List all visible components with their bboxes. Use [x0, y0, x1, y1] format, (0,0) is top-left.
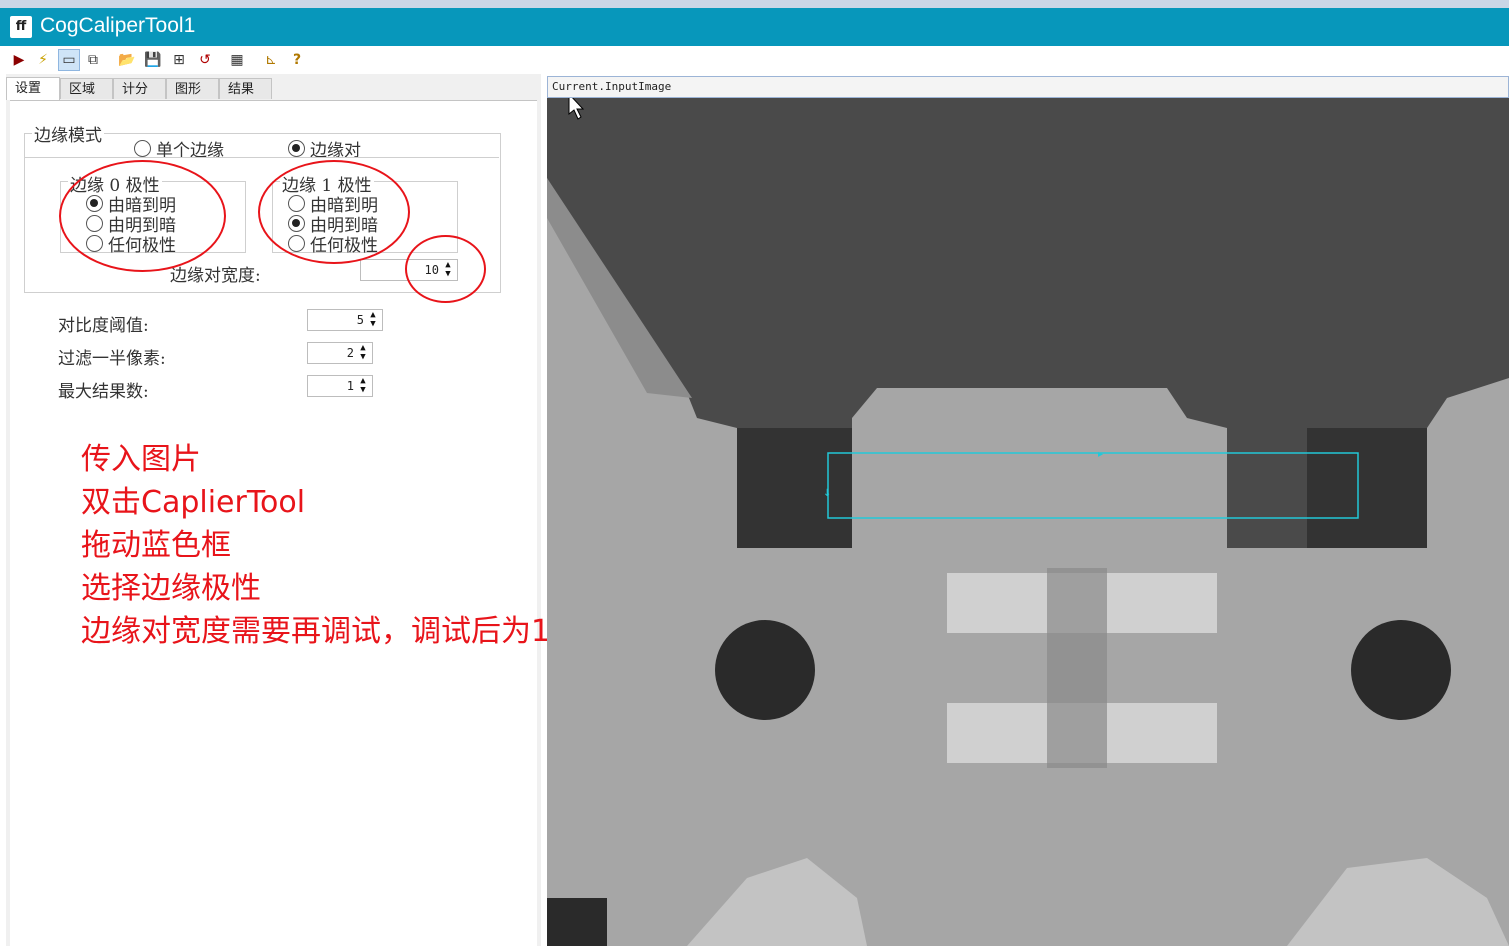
right-slot	[1307, 428, 1427, 548]
annotation-line: 双击CaplierTool	[81, 485, 306, 520]
annotation-ring-edge0	[59, 160, 226, 272]
annotation-line: 传入图片	[81, 442, 201, 477]
caliper-direction-arrow-icon: ▸	[1098, 449, 1103, 460]
electric-icon[interactable]: ⚡	[32, 49, 54, 71]
spinner-arrows-icon[interactable]: ▲ ▼	[356, 377, 370, 395]
filter-half-pixels-spinner[interactable]: 2 ▲ ▼	[307, 342, 373, 364]
edge-mode-label: 边缘模式	[32, 121, 104, 146]
grid-icon[interactable]: ▦	[226, 49, 248, 71]
radio-indicator	[134, 140, 151, 157]
tab-settings[interactable]: 设置	[6, 77, 60, 100]
center-column	[1047, 568, 1107, 768]
measure-icon[interactable]: ⊾	[260, 49, 282, 71]
annotation-line: 选择边缘极性	[81, 571, 261, 606]
right-hole	[1351, 620, 1451, 720]
spinner-arrows-icon[interactable]: ▲ ▼	[356, 344, 370, 362]
divider	[24, 157, 499, 158]
tab-graphics[interactable]: 图形	[166, 78, 219, 99]
cognex-tool-icon: ff	[10, 16, 32, 38]
toolbar: ▶ ⚡ ▭ ⧉ 📂 💾 ⊞ ↺ ▦ ⊾ ?	[6, 46, 1509, 74]
tab-strip: 设置 区域 计分 图形 结果	[6, 77, 276, 100]
tab-scoring[interactable]: 计分	[113, 78, 166, 99]
contrast-threshold-label: 对比度阈值:	[58, 316, 149, 336]
max-results-label: 最大结果数:	[58, 382, 149, 402]
input-image[interactable]: ▸ ↓	[547, 98, 1509, 946]
spinner-value: 1	[346, 379, 354, 393]
tab-region[interactable]: 区域	[60, 78, 113, 99]
annotation-ring-edge1	[258, 160, 410, 264]
open-folder-icon[interactable]: 📂	[116, 49, 138, 71]
top-stripe	[0, 0, 1509, 8]
edge-pair-width-label: 边缘对宽度:	[170, 266, 261, 286]
image-display[interactable]: Current.InputImage ▸ ↓	[547, 76, 1509, 946]
left-slot	[737, 428, 852, 548]
spinner-arrows-icon[interactable]: ▲ ▼	[366, 311, 380, 329]
reset-icon[interactable]: ↺	[194, 49, 216, 71]
copy-icon[interactable]: ⧉	[82, 49, 104, 71]
caliper-projection-arrow-icon: ↓	[823, 488, 831, 499]
title-bar: ff CogCaliperTool1	[0, 8, 1509, 46]
corner-shadow	[547, 898, 607, 946]
radio-indicator	[288, 140, 305, 157]
annotation-line: 拖动蓝色框	[81, 528, 231, 563]
annotation-line: 边缘对宽度需要再调试，调试后为100	[81, 614, 589, 649]
window-title: CogCaliperTool1	[40, 14, 196, 37]
tree-icon[interactable]: ⊞	[168, 49, 190, 71]
spinner-value: 5	[356, 313, 364, 327]
image-view-icon[interactable]: ▭	[58, 49, 80, 71]
save-icon[interactable]: 💾	[142, 49, 164, 71]
image-source-label: Current.InputImage	[547, 76, 1509, 98]
run-icon[interactable]: ▶	[8, 49, 30, 71]
tab-results[interactable]: 结果	[219, 78, 272, 99]
help-icon[interactable]: ?	[286, 49, 308, 71]
spinner-value: 2	[346, 346, 354, 360]
contrast-threshold-spinner[interactable]: 5 ▲ ▼	[307, 309, 383, 331]
annotation-notes: 传入图片 双击CaplierTool 拖动蓝色框 选择边缘极性 边缘对宽度需要再…	[81, 438, 588, 653]
max-results-spinner[interactable]: 1 ▲ ▼	[307, 375, 373, 397]
filter-half-pixels-label: 过滤一半像素:	[58, 349, 166, 369]
left-hole	[715, 620, 815, 720]
annotation-ring-width	[405, 235, 486, 303]
